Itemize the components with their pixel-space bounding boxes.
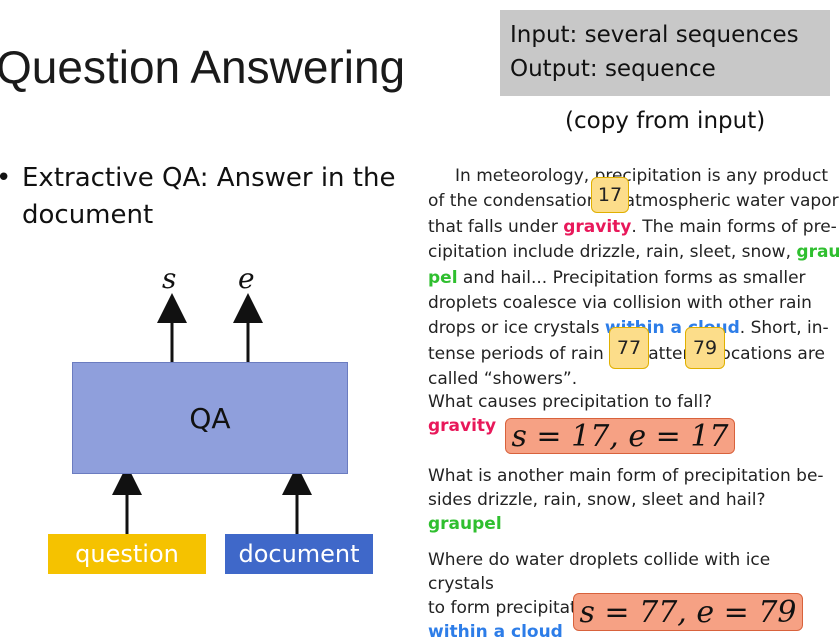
doc-text: . Short, in-: [739, 318, 829, 339]
doc-text: droplets coalesce via collision with oth…: [428, 293, 812, 314]
span-box-1: s = 17, e = 17: [505, 418, 735, 454]
copy-note: (copy from input): [565, 108, 766, 134]
doc-text: and hail... Precipitation forms as small…: [457, 267, 806, 288]
doc-line: In meteorology, precipitation is any pro…: [428, 164, 838, 189]
token-tag-17: 17: [591, 177, 629, 213]
output-e-label: e: [238, 262, 255, 295]
question-input-box: question: [48, 534, 206, 574]
token-tag-79: 79: [685, 327, 725, 369]
qa-diagram: s e QA question document: [0, 0, 420, 641]
doc-line: called “showers”.: [428, 367, 838, 392]
doc-line: droplets coalesce via collision with oth…: [428, 291, 838, 316]
token-tag-77: 77: [609, 327, 649, 369]
highlight-graupel: pel: [428, 267, 458, 288]
qa-model-box: QA: [72, 362, 348, 474]
doc-line: pel and hail... Precipitation forms as s…: [428, 266, 838, 291]
doc-line: that falls under gravity. The main forms…: [428, 215, 838, 240]
question-text: What is another main form of precipitati…: [428, 466, 824, 510]
doc-text: In meteorology, precipitation is any pro…: [449, 166, 829, 186]
span-box-3: s = 77, e = 79: [573, 593, 803, 631]
question-text: What causes precipitation to fall?: [428, 392, 713, 412]
highlight-gravity: gravity: [563, 216, 632, 237]
output-s-label: s: [162, 262, 177, 295]
document-input-box: document: [225, 534, 373, 574]
doc-text: of the condensation of atmospheric water…: [428, 191, 839, 212]
doc-line: of the condensation of atmospheric water…: [428, 189, 839, 214]
doc-text: drops or ice crystals: [428, 318, 605, 339]
input-description: Input: several sequences: [510, 22, 799, 48]
doc-text: that falls under: [428, 216, 564, 237]
doc-text: called “showers”.: [428, 369, 578, 390]
doc-text: . The main forms of pre-: [631, 216, 837, 237]
doc-text: cipitation include drizzle, rain, sleet,…: [428, 242, 797, 263]
output-description: Output: sequence: [510, 56, 716, 82]
answer-text: graupel: [428, 514, 502, 534]
highlight-graupel: grau-: [796, 242, 839, 263]
doc-line: cipitation include drizzle, rain, sleet,…: [428, 240, 839, 265]
question-2: What is another main form of precipitati…: [428, 464, 838, 536]
io-summary-box: Input: several sequences Output: sequenc…: [500, 10, 830, 96]
